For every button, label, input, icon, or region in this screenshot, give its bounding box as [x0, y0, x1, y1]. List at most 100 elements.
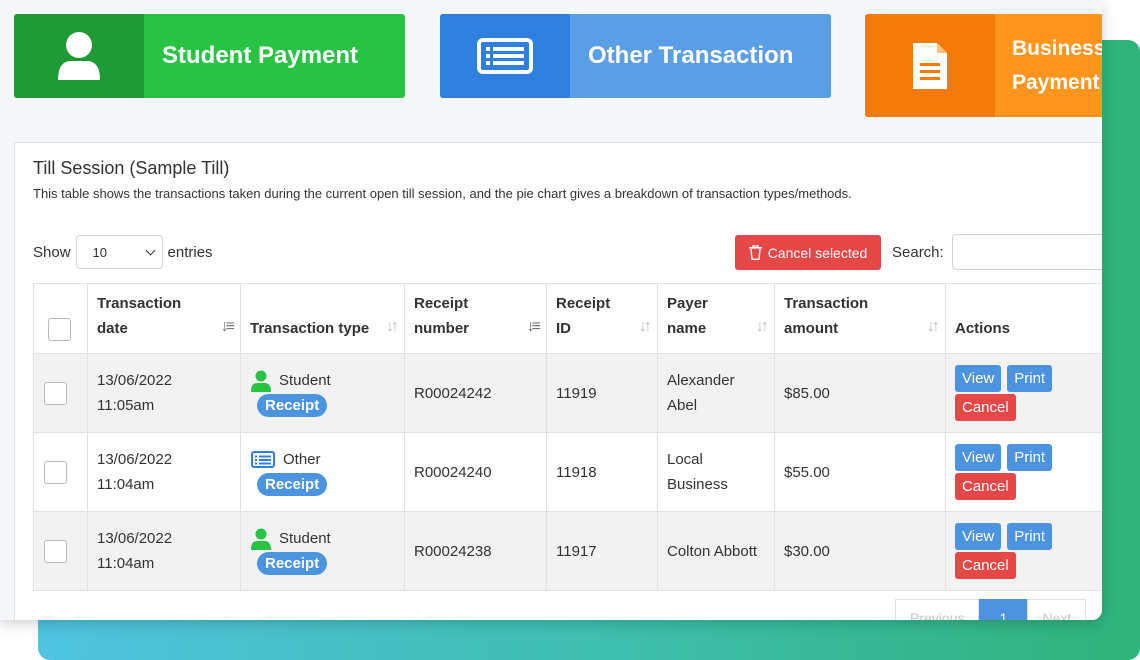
- amount-cell: $85.00: [774, 353, 946, 433]
- transactions-table: Transaction date ↓≡ Transaction type ↓↑ …: [33, 283, 1102, 591]
- type-cell: Student Receipt: [240, 353, 405, 433]
- user-icon: [251, 528, 271, 550]
- document-icon: [865, 14, 995, 117]
- cancel-button[interactable]: Cancel: [955, 394, 1016, 421]
- header-date-line1: Transaction: [97, 295, 182, 312]
- other-transaction-label: Other Transaction: [588, 42, 794, 69]
- pagination-previous[interactable]: Previous: [895, 599, 980, 620]
- header-type: Transaction type: [250, 320, 370, 337]
- date-cell: 13/06/2022 11:05am: [87, 353, 241, 433]
- header-receipt-id[interactable]: Receipt ID ↓↑: [546, 283, 658, 354]
- table-row: 13/06/2022 11:05am Student Receipt R0002…: [33, 353, 1102, 433]
- list-card-icon: [251, 451, 275, 468]
- header-receipt-number[interactable]: Receipt number ↓≡: [404, 283, 547, 354]
- header-payer-line2: name: [667, 320, 707, 337]
- pagination: Previous 1 Next: [895, 599, 1087, 620]
- header-transaction-date[interactable]: Transaction date ↓≡: [87, 283, 241, 354]
- row-select-cell: [33, 432, 88, 512]
- search-label: Search:: [892, 243, 944, 261]
- receipt-number-cell: R00024242: [404, 353, 547, 433]
- receipt-id-cell: 11917: [546, 511, 658, 591]
- header-payer-line1: Payer: [667, 295, 708, 312]
- sort-icon: ↓↑: [386, 318, 399, 335]
- pagination-page-1[interactable]: 1: [979, 599, 1028, 620]
- row-checkbox[interactable]: [44, 460, 67, 484]
- actions-cell: View Print Cancel: [945, 432, 1102, 512]
- header-actions-label: Actions: [955, 320, 1011, 337]
- receipt-badge[interactable]: Receipt: [257, 394, 328, 417]
- header-receipt-line2: number: [414, 320, 470, 337]
- header-date-line2: date: [97, 320, 128, 337]
- row-checkbox[interactable]: [44, 381, 67, 405]
- header-rid-line2: ID: [556, 320, 571, 337]
- type-value: Other: [283, 451, 321, 468]
- type-value: Student: [279, 530, 331, 547]
- select-all-header: [33, 283, 88, 354]
- cancel-selected-label: Cancel selected: [767, 244, 868, 261]
- sort-icon: ↓↑: [756, 318, 769, 335]
- card-description: This table shows the transactions taken …: [33, 186, 852, 201]
- payer-line2: Business: [667, 476, 728, 493]
- header-transaction-amount[interactable]: Transaction amount ↓↑: [774, 283, 946, 354]
- view-button[interactable]: View: [955, 523, 1002, 550]
- user-icon: [251, 370, 271, 392]
- select-all-checkbox[interactable]: [48, 318, 71, 341]
- payer-cell: Colton Abbott: [657, 511, 775, 591]
- sort-desc-icon: ↓≡: [220, 318, 235, 335]
- actions-cell: View Print Cancel: [945, 353, 1102, 433]
- payer-line1: Alexander: [667, 372, 735, 389]
- row-checkbox[interactable]: [44, 539, 67, 563]
- print-button[interactable]: Print: [1007, 365, 1053, 392]
- business-payment-tile[interactable]: Business Payment: [865, 14, 1102, 117]
- receipt-badge[interactable]: Receipt: [257, 552, 328, 575]
- sort-icon: ↓↑: [927, 318, 940, 335]
- list-card-icon: [440, 14, 570, 98]
- type-cell: Student Receipt: [240, 511, 405, 591]
- receipt-id-cell: 11918: [546, 432, 658, 512]
- table-header-row: Transaction date ↓≡ Transaction type ↓↑ …: [33, 283, 1102, 354]
- student-payment-label: Student Payment: [162, 42, 359, 69]
- table-row: 13/06/2022 11:04am Student Receipt R0002…: [33, 511, 1102, 591]
- cancel-button[interactable]: Cancel: [955, 552, 1016, 579]
- receipt-id-cell: 11919: [546, 353, 658, 433]
- print-button[interactable]: Print: [1007, 523, 1053, 550]
- other-transaction-tile[interactable]: Other Transaction: [440, 14, 831, 98]
- trash-icon: [748, 245, 762, 260]
- sort-icon: ↓↑: [639, 318, 652, 335]
- entries-select[interactable]: 10: [75, 235, 163, 269]
- payer-cell: Local Business: [657, 432, 775, 512]
- business-payment-label-line1: Business: [1012, 36, 1102, 60]
- date-cell: 13/06/2022 11:04am: [87, 511, 241, 591]
- payer-cell: Alexander Abel: [657, 353, 775, 433]
- student-payment-tile[interactable]: Student Payment: [14, 14, 405, 98]
- search-input[interactable]: [951, 234, 1102, 270]
- date-value: 13/06/2022: [97, 530, 173, 547]
- show-entries-control: Show 10 entries: [33, 235, 213, 269]
- chevron-down-icon: [145, 245, 155, 255]
- print-button[interactable]: Print: [1007, 444, 1053, 471]
- date-cell: 13/06/2022 11:04am: [87, 432, 241, 512]
- payer-line2: Abel: [667, 397, 698, 414]
- amount-cell: $30.00: [774, 511, 946, 591]
- header-payer-name[interactable]: Payer name ↓↑: [657, 283, 775, 354]
- receipt-number-cell: R00024238: [404, 511, 547, 591]
- header-transaction-type[interactable]: Transaction type ↓↑: [240, 283, 405, 354]
- receipt-badge[interactable]: Receipt: [257, 473, 328, 496]
- entries-select-value: 10: [92, 244, 107, 260]
- table-row: 13/06/2022 11:04am Other Receipt R000242…: [33, 432, 1102, 512]
- app-window: Student Payment Other Transaction Busine…: [0, 0, 1102, 620]
- row-select-cell: [33, 353, 88, 433]
- row-select-cell: [33, 511, 88, 591]
- view-button[interactable]: View: [955, 444, 1002, 471]
- till-session-card: Till Session (Sample Till) This table sh…: [14, 142, 1102, 620]
- type-cell: Other Receipt: [240, 432, 405, 512]
- cancel-selected-button[interactable]: Cancel selected: [735, 235, 881, 270]
- receipt-number-cell: R00024240: [404, 432, 547, 512]
- sort-desc-icon: ↓≡: [526, 318, 541, 335]
- type-value: Student: [279, 372, 331, 389]
- view-button[interactable]: View: [955, 365, 1002, 392]
- pagination-next[interactable]: Next: [1027, 599, 1087, 620]
- cancel-button[interactable]: Cancel: [955, 473, 1016, 500]
- time-value: 11:04am: [97, 555, 155, 572]
- header-actions: Actions: [945, 283, 1102, 354]
